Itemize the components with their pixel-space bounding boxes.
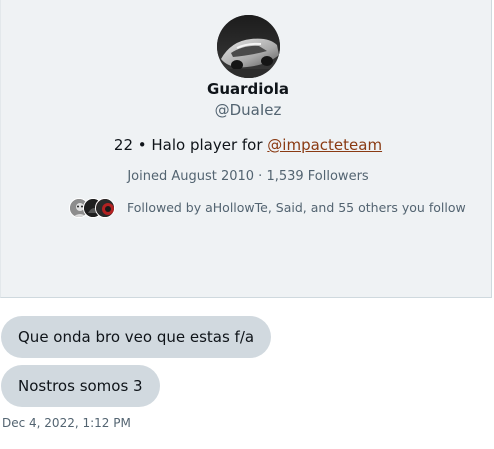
message-text: Que onda bro veo que estas f/a [18, 328, 255, 346]
profile-name[interactable]: Guardiola [1, 79, 494, 99]
profile-avatar[interactable] [217, 15, 280, 78]
profile-bio: 22 • Halo player for @impacteteam [1, 135, 494, 155]
followed-by-row[interactable]: Followed by aHollowTe, Said, and 55 othe… [67, 198, 466, 220]
message-bubble[interactable]: Que onda bro veo que estas f/a [1, 316, 272, 358]
profile-card: Guardiola @DuaIez 22 • Halo player for @… [0, 0, 492, 298]
profile-joined-followers[interactable]: Joined August 2010 · 1,539 Followers [1, 168, 494, 186]
profile-handle: @DuaIez [214, 101, 282, 119]
bio-team-link[interactable]: @impacteteam [267, 136, 382, 154]
message-bubble[interactable]: Nostros somos 3 [1, 365, 160, 407]
follower-avatar-3 [95, 198, 115, 218]
followed-by-text: Followed by aHollowTe, Said, and 55 othe… [127, 200, 466, 215]
message-text: Nostros somos 3 [18, 377, 143, 395]
bio-text: 22 • Halo player for [113, 136, 268, 154]
car-avatar-image [217, 15, 280, 78]
message-timestamp: Dec 4, 2022, 1:12 PM [2, 416, 131, 430]
